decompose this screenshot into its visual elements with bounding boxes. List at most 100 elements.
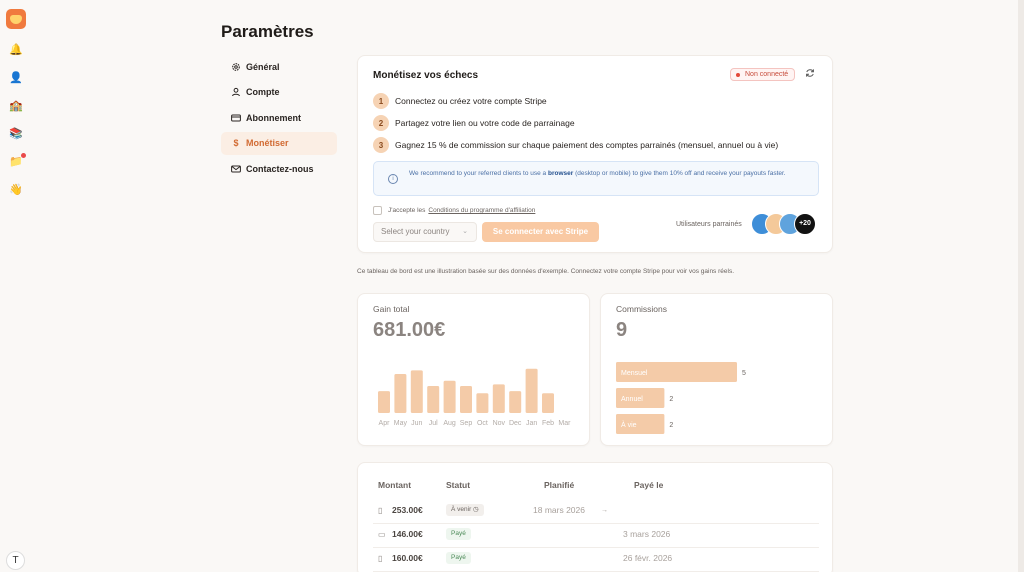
nav-item-label: Abonnement <box>246 112 301 123</box>
folder-icon[interactable]: 📁 <box>9 156 23 169</box>
notification-dot <box>21 153 26 158</box>
step-number: 1 <box>373 93 389 109</box>
country-placeholder: Select your country <box>381 227 450 236</box>
chart-bar <box>509 391 522 413</box>
step-1: 1 Connectez ou créez votre compte Stripe <box>373 93 547 109</box>
clock-icon: ◷ <box>473 506 479 513</box>
chart-tick-label: Aug <box>443 420 456 427</box>
card-icon <box>231 113 241 123</box>
school-icon[interactable]: 🏫 <box>9 100 23 113</box>
commission-bar-label: Mensuel <box>621 370 648 377</box>
nav-item-abonnement[interactable]: Abonnement <box>221 106 337 129</box>
info-icon: i <box>388 174 398 184</box>
settings-nav: Général Compte Abonnement $ Monétiser Co… <box>221 55 337 183</box>
phone-icon: ▯ <box>378 506 383 515</box>
bell-icon[interactable]: 🔔 <box>9 44 23 57</box>
user-avatar[interactable]: T <box>6 551 25 570</box>
commission-bar-value: 2 <box>669 422 673 429</box>
chart-tick-label: Apr <box>379 420 391 427</box>
chart-tick-label: Oct <box>477 420 488 427</box>
hand-icon[interactable]: 👋 <box>9 184 23 197</box>
step-text: Connectez ou créez votre compte Stripe <box>395 96 547 106</box>
desktop-icon: ▭ <box>378 530 386 539</box>
page-title: Paramètres <box>221 22 314 41</box>
gain-card: Gain total 681.00€ Apr May Jun Jul Aug Sep Oct… <box>357 293 590 446</box>
table-row[interactable]: ▯ 160.00€ Payé 26 févr. 2026 <box>373 548 819 572</box>
nav-item-label: Général <box>246 61 280 72</box>
chart-tick-label: Jan <box>526 420 537 427</box>
commission-bar-value: 2 <box>669 396 673 403</box>
terms-link[interactable]: Conditions du programme d'affiliation <box>428 207 535 214</box>
connect-stripe-button[interactable]: Se connecter avec Stripe <box>482 222 599 242</box>
nav-item-label: Monétiser <box>246 138 289 148</box>
terms-checkbox[interactable] <box>373 206 382 215</box>
chart-tick-label: Dec <box>509 420 522 427</box>
commission-bar-value: 5 <box>742 370 746 377</box>
amount-cell: 146.00€ <box>392 529 423 539</box>
chart-bar <box>492 384 505 413</box>
monetize-title: Monétisez vos échecs <box>373 70 479 81</box>
status-badge: Payé <box>446 528 471 540</box>
commissions-value: 9 <box>616 319 628 341</box>
chevron-down-icon: ⌄ <box>462 228 468 235</box>
monetize-card: Monétisez vos échecs Non connecté 1 Conn… <box>357 55 833 253</box>
chart-bar <box>443 380 456 413</box>
planned-cell: 18 mars 2026 <box>533 505 585 515</box>
app-logo[interactable] <box>6 9 26 29</box>
chart-tick-label: Sep <box>460 420 473 427</box>
commissions-bar-chart: Mensuel 5 Annuel 2 À vie 2 <box>616 362 746 434</box>
chart-bar <box>427 385 440 413</box>
refresh-icon[interactable] <box>805 68 815 81</box>
step-text: Partagez votre lien ou votre code de par… <box>395 118 575 128</box>
nav-item-contact[interactable]: Contactez-nous <box>221 157 337 180</box>
nav-item-compte[interactable]: Compte <box>221 81 337 104</box>
column-header: Montant <box>378 480 412 490</box>
paid-on-cell: 3 mars 2026 <box>623 529 671 539</box>
user-icon <box>231 87 241 97</box>
nav-item-monetiser[interactable]: $ Monétiser <box>221 131 337 155</box>
column-header: Planifié <box>544 480 575 490</box>
books-icon[interactable]: 📚 <box>9 128 23 141</box>
commissions-card: Commissions 9 Mensuel 5 Annuel 2 À vie 2 <box>600 293 833 446</box>
referred-label: Utilisateurs parrainés <box>676 221 742 228</box>
commissions-label: Commissions <box>616 304 668 314</box>
commission-bar-label: Annuel <box>621 396 643 403</box>
app-rail: 🔔 👤 🏫 📚 📁 👋 T <box>0 0 30 572</box>
table-row[interactable]: ▭ 146.00€ Payé 3 mars 2026 <box>373 524 819 548</box>
chart-bar <box>542 393 554 413</box>
chart-tick-label: Feb <box>542 420 554 427</box>
chart-tick-label: Jul <box>429 420 438 427</box>
chart-tick-label: Nov <box>493 420 506 427</box>
monthly-bar-chart: Apr May Jun Jul Aug Sep Oct Nov Dec Jan Feb Mar <box>378 368 571 427</box>
nav-item-general[interactable]: Général <box>221 55 337 78</box>
table-row[interactable]: ▯ 253.00€ À venir ◷ 18 mars 2026 → <box>373 500 819 524</box>
terms-label: J'accepte les <box>388 207 426 214</box>
chart-tick-label: Mar <box>558 420 571 427</box>
nav-item-label: Compte <box>246 87 280 97</box>
step-number: 2 <box>373 115 389 131</box>
commission-bar-label: À vie <box>621 420 637 429</box>
status-badge: Non connecté <box>730 68 796 81</box>
info-banner: i We recommend to your referred clients … <box>373 161 819 196</box>
payouts-table: Montant Statut Planifié Payé le ▯ 253.00… <box>357 462 833 572</box>
nav-item-label: Contactez-nous <box>246 163 314 174</box>
chart-bar <box>525 368 538 413</box>
arrow-icon: → <box>601 507 608 514</box>
chart-tick-label: Jun <box>411 420 422 427</box>
info-text: We recommend to your referred clients to… <box>409 170 786 177</box>
step-text: Gagnez 15 % de commission sur chaque pai… <box>395 140 779 150</box>
step-number: 3 <box>373 137 389 153</box>
chart-tick-label: May <box>394 420 408 427</box>
status-badge: Payé <box>446 552 471 564</box>
step-3: 3 Gagnez 15 % de commission sur chaque p… <box>373 137 778 153</box>
chart-bar <box>410 370 423 413</box>
user-icon[interactable]: 👤 <box>9 72 23 85</box>
step-2: 2 Partagez votre lien ou votre code de p… <box>373 115 575 131</box>
scrollbar[interactable] <box>1018 0 1024 572</box>
gain-label: Gain total <box>373 304 410 314</box>
column-header: Statut <box>446 480 471 490</box>
country-select[interactable]: Select your country ⌄ <box>373 222 477 242</box>
gear-icon <box>231 62 241 72</box>
chart-bar <box>476 393 489 413</box>
referred-more-badge: +20 <box>794 213 816 235</box>
